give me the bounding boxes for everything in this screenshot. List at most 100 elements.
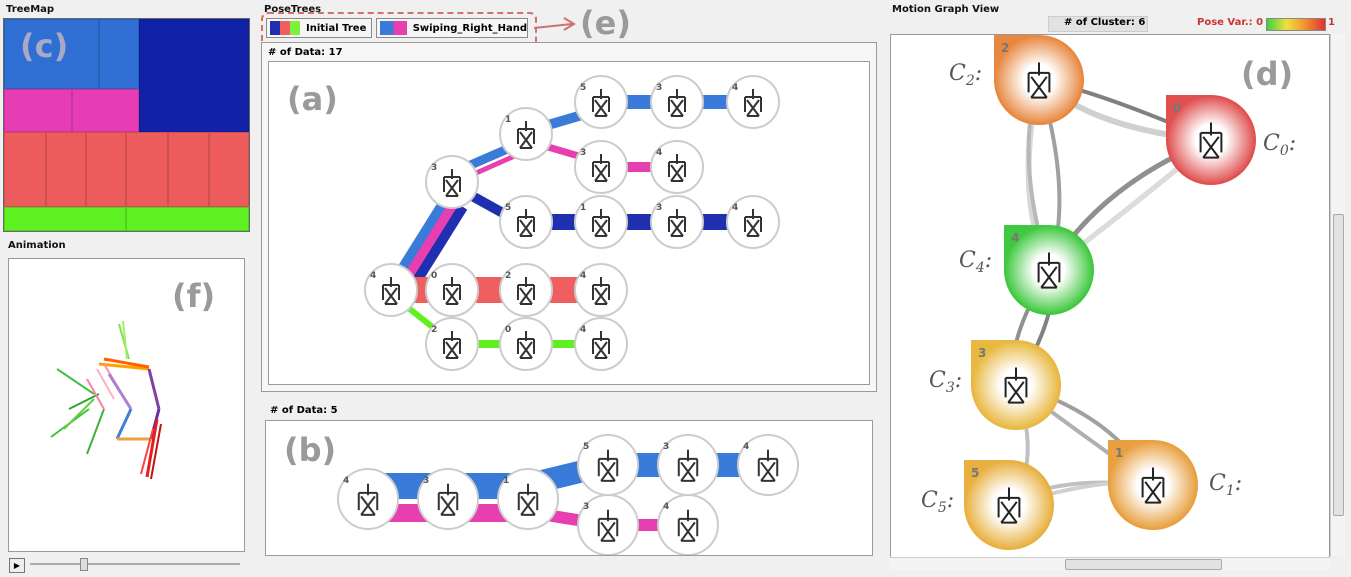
cluster-id: 5 [971, 466, 979, 480]
pose-node-count: 4 [656, 148, 662, 158]
cluster-label: C0: [1263, 131, 1296, 159]
treemap-cell[interactable] [126, 207, 249, 231]
pose-node-count: 2 [431, 325, 437, 335]
motion-vscroll-thumb[interactable] [1333, 214, 1344, 516]
cluster-id: 4 [1011, 231, 1019, 245]
pose-node[interactable]: 3 [577, 494, 639, 555]
pose-node-count: 4 [743, 442, 749, 452]
motion-hscroll-thumb[interactable] [1065, 559, 1222, 570]
pose-node-count: 3 [656, 83, 662, 93]
pose-node-count: 4 [580, 271, 586, 281]
treemap-cell[interactable] [209, 132, 249, 207]
cluster-node[interactable]: 0 [1166, 95, 1256, 185]
cluster-node[interactable]: 4 [1004, 225, 1094, 315]
treemap-cell[interactable] [139, 19, 249, 132]
pose-node-count: 1 [580, 203, 586, 213]
treemap-cell[interactable] [4, 132, 46, 207]
pose-node[interactable]: 4 [337, 468, 399, 530]
pose-node[interactable]: 3 [417, 468, 479, 530]
pose-node[interactable]: 0 [499, 317, 553, 371]
treemap-cell[interactable] [46, 132, 86, 207]
treemap-view[interactable]: (c) [3, 18, 250, 232]
pose-node-count: 4 [663, 502, 669, 512]
cluster-node[interactable]: 1 [1108, 440, 1198, 530]
pose-node[interactable]: 3 [650, 195, 704, 249]
pose-node-count: 5 [583, 442, 589, 452]
pose-node-count: 4 [732, 83, 738, 93]
pose-node[interactable]: 4 [737, 434, 799, 496]
label-e-arrow [533, 17, 576, 31]
cluster-node[interactable]: 5 [964, 460, 1054, 550]
pose-node-count: 4 [732, 203, 738, 213]
pose-node[interactable]: 4 [364, 263, 418, 317]
pose-node-count: 5 [505, 203, 511, 213]
pose-node[interactable]: 4 [726, 75, 780, 129]
animation-slider-thumb[interactable] [80, 558, 88, 571]
treemap-cell[interactable] [4, 207, 126, 231]
pose-node-count: 0 [431, 271, 437, 281]
pose-node[interactable]: 5 [577, 434, 639, 496]
pose-node-count: 3 [663, 442, 669, 452]
cluster-label: C4: [959, 248, 992, 276]
pose-node[interactable]: 4 [574, 263, 628, 317]
pose-node[interactable]: 3 [425, 155, 479, 209]
pose-node[interactable]: 2 [499, 263, 553, 317]
animation-slider[interactable] [30, 563, 240, 565]
pose-node-count: 1 [503, 476, 509, 486]
treemap-cell[interactable] [168, 132, 209, 207]
animation-title: Animation [8, 240, 66, 251]
pose-node[interactable]: 1 [497, 468, 559, 530]
motion-title: Motion Graph View [892, 4, 1000, 15]
cluster-node[interactable]: 3 [971, 340, 1061, 430]
pose-node-count: 3 [656, 203, 662, 213]
posetree-a-panel: # of Data: 17 (a) 431534345134024204 [261, 42, 877, 392]
pose-node[interactable]: 3 [657, 434, 719, 496]
pose-node[interactable]: 5 [499, 195, 553, 249]
pose-node[interactable]: 5 [574, 75, 628, 129]
pose-node[interactable]: 4 [657, 494, 719, 555]
pose-node-count: 2 [505, 271, 511, 281]
pose-node[interactable]: 0 [425, 263, 479, 317]
cluster-count: # of Cluster: 6 [1064, 17, 1146, 28]
cluster-id: 0 [1173, 101, 1181, 115]
label-e: (e) [580, 4, 631, 42]
animation-view[interactable]: (f) [8, 258, 245, 552]
pose-node[interactable]: 4 [574, 317, 628, 371]
pose-node[interactable]: 4 [650, 140, 704, 194]
treemap-cell[interactable] [86, 132, 126, 207]
animated-skeleton [50, 320, 162, 480]
pose-node[interactable]: 3 [650, 75, 704, 129]
cluster-label: C3: [929, 368, 962, 396]
pose-node-count: 4 [370, 271, 376, 281]
posetree-a-canvas[interactable]: (a) 431534345134024204 [268, 61, 870, 385]
cluster-node[interactable]: 2 [994, 35, 1084, 125]
posetree-b-graph[interactable]: 4 3 1 5 3 4 3 4 [266, 421, 872, 555]
pose-node[interactable]: 2 [425, 317, 479, 371]
cluster-id: 3 [978, 346, 986, 360]
label-d: (d) [1241, 55, 1294, 93]
treemap-cell[interactable] [72, 89, 139, 132]
pose-node-count: 3 [583, 502, 589, 512]
treemap-cell[interactable] [126, 132, 168, 207]
motion-graph[interactable]: 0 C0: 1 C1: 2 C2: 3 C3: 4 C4: 5 C5: [891, 35, 1329, 557]
pose-node-count: 0 [505, 325, 511, 335]
pose-node[interactable]: 4 [726, 195, 780, 249]
pose-node-count: 1 [505, 115, 511, 125]
pose-node[interactable]: 3 [574, 140, 628, 194]
motion-graph-view[interactable]: 0 C0: 1 C1: 2 C2: 3 C3: 4 C4: 5 C5: (d) [890, 34, 1330, 558]
motion-vscrollbar[interactable] [1330, 34, 1345, 556]
pose-node-count: 4 [343, 476, 349, 486]
treemap-cell[interactable] [4, 89, 72, 132]
motion-hscrollbar[interactable] [890, 557, 1330, 570]
pose-node[interactable]: 1 [499, 107, 553, 161]
pose-var-label: Pose Var.: 0 [1197, 17, 1264, 28]
posetree-a-graph[interactable]: 4 3 1 5 3 4 3 4 5 1 3 4 0 2 4 2 0 4 [269, 62, 869, 384]
play-button[interactable]: ▶ [9, 558, 25, 573]
label-c: (c) [20, 27, 69, 65]
posetree-b-header: # of Data: 5 [270, 405, 338, 416]
pose-var-gradient [1266, 18, 1326, 31]
posetree-b-canvas[interactable]: (b) 43153434 [265, 420, 873, 556]
cluster-label: C5: [921, 488, 954, 516]
pose-node[interactable]: 1 [574, 195, 628, 249]
treemap-cell[interactable] [99, 19, 139, 89]
